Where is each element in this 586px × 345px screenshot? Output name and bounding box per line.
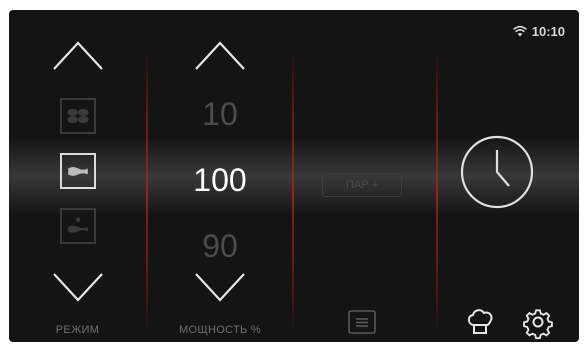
mode-up-button[interactable]	[51, 38, 105, 72]
column-divider	[292, 50, 294, 332]
mode-option-fan[interactable]	[59, 98, 96, 134]
power-value-current[interactable]: 100	[148, 162, 292, 199]
mode-down-button[interactable]	[51, 271, 105, 305]
power-value-above[interactable]: 10	[148, 96, 292, 133]
clock-time: 10:10	[531, 24, 565, 39]
power-column: 10 100 90 МОЩНОСТЬ %	[148, 10, 292, 342]
oven-control-screen: РЕЖИМ 10 100 90 МОЩНОСТЬ % ПАР + 10:10	[9, 10, 579, 342]
power-up-button[interactable]	[193, 38, 247, 72]
chevron-up-icon	[195, 41, 245, 70]
program-list-icon	[348, 310, 376, 334]
fan-icon	[66, 108, 89, 124]
power-label: МОЩНОСТЬ %	[179, 324, 261, 336]
status-bar: 10:10	[512, 24, 565, 39]
steam-low-icon	[67, 217, 88, 233]
chef-hat-icon	[467, 309, 493, 334]
mode-label: РЕЖИМ	[55, 324, 100, 336]
power-value-below[interactable]: 90	[148, 228, 292, 265]
steam-waves-icon	[67, 167, 88, 176]
chevron-down-icon	[52, 273, 103, 302]
column-divider	[436, 50, 438, 332]
mode-column: РЕЖИМ	[9, 10, 146, 342]
gear-icon	[523, 309, 553, 340]
program-list-button[interactable]	[348, 310, 376, 334]
timer-button[interactable]	[459, 134, 535, 210]
power-down-button[interactable]	[193, 271, 247, 305]
wifi-icon	[512, 25, 527, 37]
mode-option-steam-low[interactable]	[59, 208, 96, 244]
chevron-up-icon	[52, 41, 103, 70]
clock-icon	[460, 135, 534, 209]
chevron-down-icon	[195, 273, 245, 302]
chef-button[interactable]	[465, 307, 495, 337]
mode-option-steam[interactable]	[59, 153, 96, 189]
settings-button[interactable]	[523, 307, 553, 340]
steam-plus-button[interactable]: ПАР +	[322, 173, 402, 197]
